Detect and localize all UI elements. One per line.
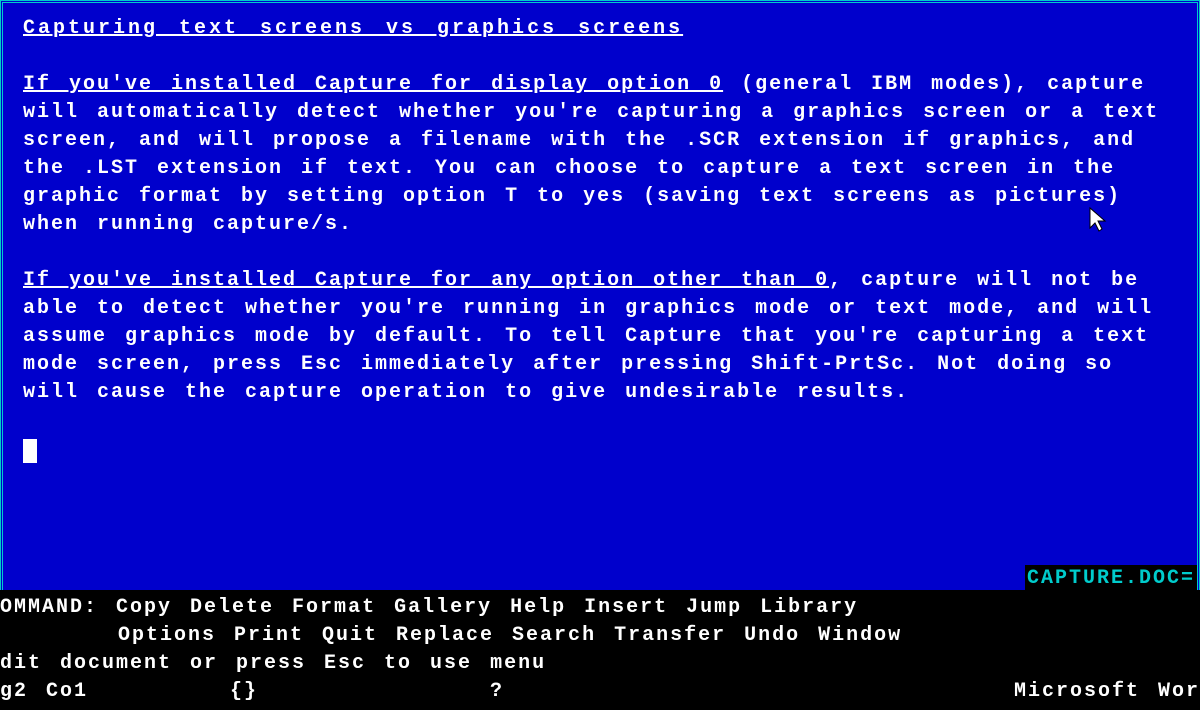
command-label: OMMAND: [0, 596, 98, 619]
paragraph-1: If you've installed Capture for display … [23, 71, 1177, 239]
status-indicator: ? [490, 678, 504, 706]
cursor-position: g2 Co1 [0, 678, 88, 706]
menu-items-row-2[interactable]: Options Print Quit Replace Search Transf… [118, 624, 902, 647]
command-row-2: Options Print Quit Replace Search Transf… [0, 622, 1200, 650]
menu-items-row-1[interactable]: Copy Delete Format Gallery Help Insert J… [116, 596, 858, 619]
document-filename: CAPTURE.DOC= [1025, 565, 1197, 593]
command-hint: dit document or press Esc to use menu [0, 650, 1200, 678]
command-row-1: OMMAND: Copy Delete Format Gallery Help … [0, 594, 1200, 622]
status-bar: g2 Co1 {} ? Microsoft Wor [0, 678, 1200, 706]
app-name: Microsoft Wor [1014, 678, 1200, 706]
command-menu-area[interactable]: OMMAND: Copy Delete Format Gallery Help … [0, 590, 1200, 710]
paragraph-1-body: (general IBM modes), capture will automa… [23, 73, 1159, 236]
paragraph-1-lead: If you've installed Capture for display … [23, 73, 723, 96]
paragraph-2: If you've installed Capture for any opti… [23, 267, 1177, 407]
document-heading: Capturing text screens vs graphics scree… [23, 15, 683, 43]
text-cursor [23, 439, 37, 463]
document-editor-area[interactable]: Capturing text screens vs graphics scree… [0, 0, 1200, 590]
paragraph-2-lead: If you've installed Capture for any opti… [23, 269, 829, 292]
status-braces: {} [230, 678, 258, 706]
